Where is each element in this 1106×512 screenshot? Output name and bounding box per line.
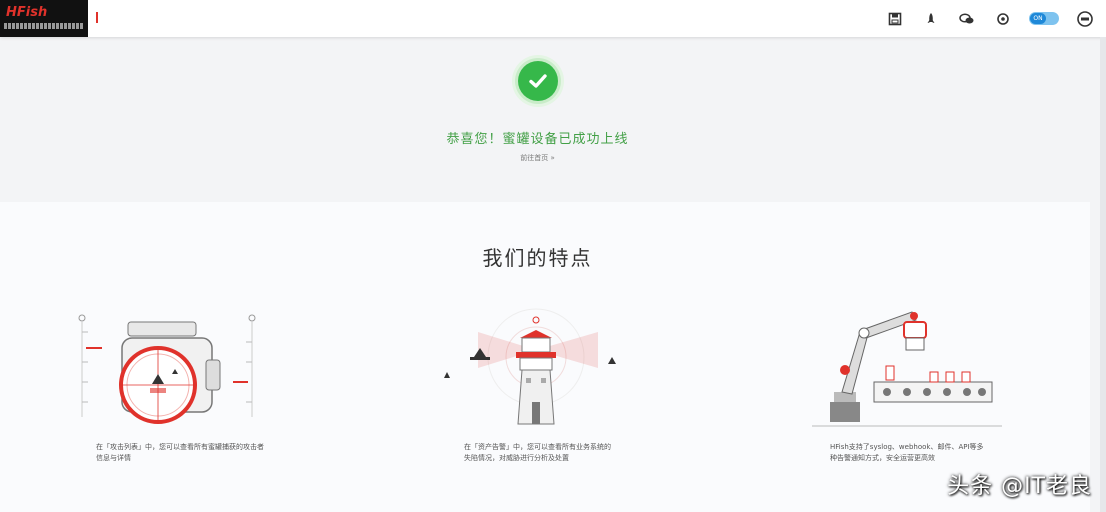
- user-icon[interactable]: [1074, 8, 1096, 30]
- toggle-switch[interactable]: ON: [1028, 8, 1060, 30]
- success-panel: 恭喜您！蜜罐设备已成功上线 前往首页 »: [0, 37, 1100, 202]
- toolbar-icons: ON: [884, 0, 1096, 37]
- robot-arm-icon: [812, 311, 1002, 427]
- text-cursor: [96, 12, 98, 23]
- logo-text: HFish: [6, 5, 48, 20]
- top-navbar: HFish ON: [0, 0, 1106, 37]
- feature-text-assets: 在「资产告警」中，您可以查看所有业务系统的失陷情况，对威胁进行分析及处置: [464, 443, 611, 462]
- toggle-label: ON: [1030, 13, 1046, 24]
- settings-icon[interactable]: [992, 8, 1014, 30]
- rocket-icon[interactable]: [920, 8, 942, 30]
- radar-scope-icon: [78, 314, 256, 424]
- success-message: 恭喜您！蜜罐设备已成功上线: [446, 132, 629, 147]
- feature-card-attacks: 在「攻击列表」中，您可以查看所有蜜罐捕获的攻击者信息与详情: [78, 302, 338, 502]
- feature-card-assets: 在「资产告警」中，您可以查看所有业务系统的失陷情况，对威胁进行分析及处置: [438, 302, 698, 502]
- scrollbar-track[interactable]: [1100, 37, 1106, 512]
- features-section: 我们的特点 在「攻击列表」中，您可以查看所有蜜罐捕获的攻击者信息与详情 在「资产…: [0, 202, 1090, 512]
- app-logo[interactable]: HFish: [0, 0, 88, 37]
- watchtower-icon: [444, 308, 616, 425]
- save-icon[interactable]: [884, 8, 906, 30]
- success-check-icon: [512, 55, 564, 107]
- feature-text-attacks: 在「攻击列表」中，您可以查看所有蜜罐捕获的攻击者信息与详情: [96, 443, 264, 462]
- features-heading: 我们的特点: [482, 246, 593, 270]
- chat-icon[interactable]: [956, 8, 978, 30]
- watermark: 头条 @IT老良: [947, 474, 1092, 499]
- go-home-link[interactable]: 前往首页 »: [0, 153, 1075, 163]
- logo-subtitle-graphic: [4, 23, 84, 29]
- feature-text-notify: HFish支持了syslog、webhook、邮件、API等多种告警通知方式，安…: [830, 443, 984, 462]
